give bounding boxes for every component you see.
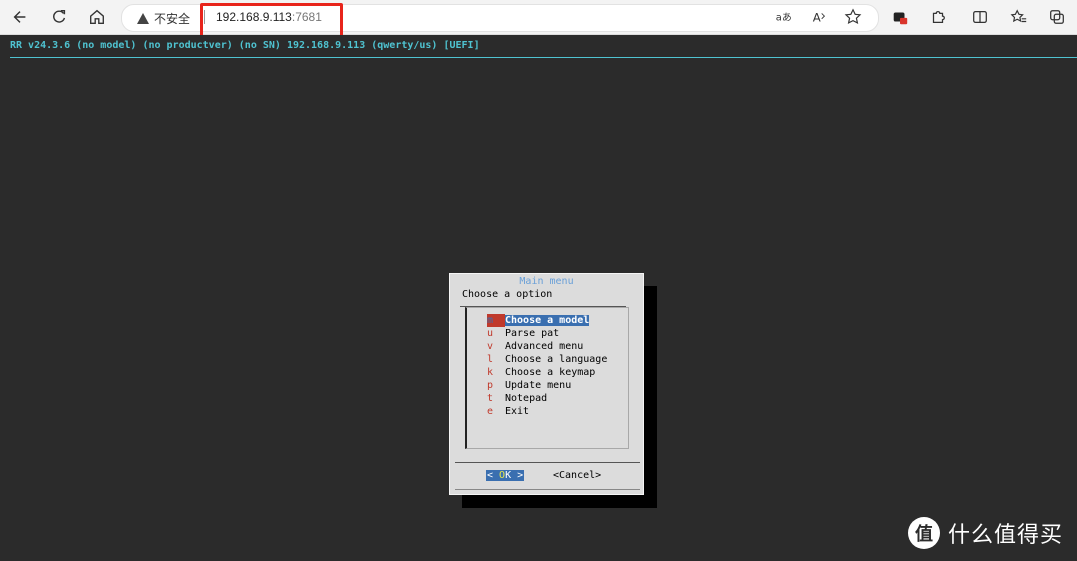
favorites-icon[interactable]: [1008, 6, 1030, 28]
refresh-icon[interactable]: [48, 6, 70, 28]
menu-item-key: l: [487, 354, 494, 365]
dialog-prompt: Choose a option: [462, 289, 553, 300]
back-icon[interactable]: [9, 6, 31, 28]
text-size-icon[interactable]: A: [808, 6, 830, 28]
warning-icon: [137, 13, 149, 24]
extensions-icon[interactable]: [927, 6, 949, 28]
home-icon[interactable]: [86, 6, 108, 28]
menu-item-label: Exit: [505, 406, 530, 417]
menu-item-advanced[interactable]: v Advanced menu: [487, 340, 607, 353]
cancel-button[interactable]: <Cancel>: [553, 470, 601, 481]
collections-icon[interactable]: [1046, 6, 1068, 28]
menu-list-box: m Choose a model u Parse pat v Advanced men…: [465, 307, 629, 449]
menu-item-key: e: [487, 406, 494, 417]
extension-badge-icon[interactable]: [889, 6, 911, 28]
menu-item-key: v: [487, 341, 494, 352]
svg-text:A: A: [813, 11, 821, 25]
menu-item-label: Notepad: [505, 393, 548, 404]
dialog-bottom-line: [455, 489, 640, 490]
security-indicator[interactable]: 不安全: [137, 10, 190, 27]
ok-bracket-left: <: [487, 470, 500, 481]
menu-item-keymap[interactable]: k Choose a keymap: [487, 366, 607, 379]
menu-item-key: u: [487, 328, 494, 339]
menu-item-label: Advanced menu: [505, 341, 584, 352]
ok-bracket-right: >: [511, 470, 524, 481]
menu-item-key: p: [487, 380, 494, 391]
menu-item-key: t: [487, 393, 494, 404]
dialog-title: Main menu: [519, 276, 574, 287]
button-row-divider: [455, 462, 640, 463]
menu-item-label: Parse pat: [505, 328, 560, 339]
menu-item-label: Choose a model: [505, 315, 590, 326]
menu-item-label: Choose a keymap: [505, 367, 596, 378]
watermark-text: 什么值得买: [947, 523, 1063, 548]
svg-text:aあ: aあ: [776, 12, 792, 24]
main-menu-dialog: Main menu Choose a option m Choose a mode…: [449, 273, 644, 495]
menu-item-exit[interactable]: e Exit: [487, 405, 607, 418]
favorite-star-icon[interactable]: [842, 6, 864, 28]
read-aloud-icon[interactable]: aあ: [772, 6, 794, 28]
menu-item-label: Update menu: [505, 380, 572, 391]
ok-button[interactable]: < OK >: [486, 470, 525, 481]
watermark: 值 什么值得买: [907, 517, 1063, 549]
watermark-logo: 值: [907, 517, 940, 549]
menu-item-choose-model[interactable]: m Choose a model: [487, 314, 607, 327]
menu-item-parse-pat[interactable]: u Parse pat: [487, 327, 607, 340]
menu-item-key: m: [487, 314, 505, 327]
security-label: 不安全: [154, 12, 191, 26]
annotation-highlight-box: [200, 3, 343, 39]
menu-item-key: k: [487, 367, 494, 378]
menu-item-notepad[interactable]: t Notepad: [487, 392, 607, 405]
browser-toolbar: 不安全 192.168.9.113:7681 aあ A: [0, 0, 1077, 35]
menu-item-update[interactable]: p Update menu: [487, 379, 607, 392]
terminal-divider: [10, 57, 1077, 58]
menu-item-label: Choose a language: [505, 354, 608, 365]
terminal-status-line: RR v24.3.6 (no model) (no productver) (n…: [10, 40, 480, 51]
menu-list: m Choose a model u Parse pat v Advanced men…: [487, 314, 607, 418]
split-screen-icon[interactable]: [969, 6, 991, 28]
menu-item-language[interactable]: l Choose a language: [487, 353, 607, 366]
